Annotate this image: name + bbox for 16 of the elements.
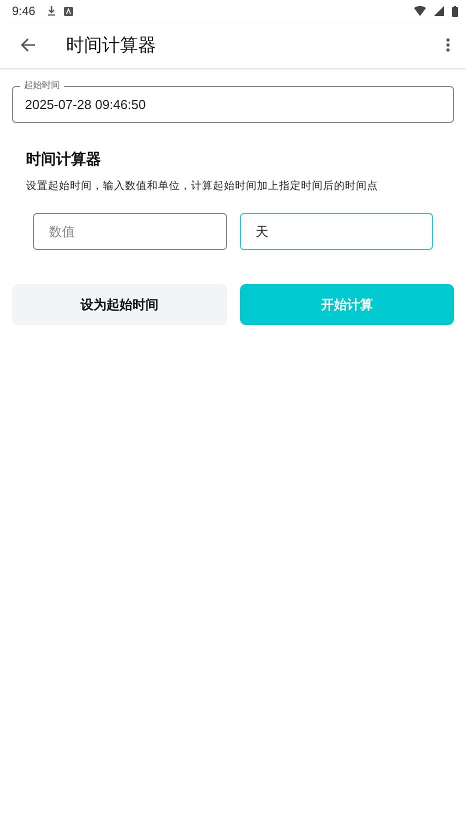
more-options-icon (446, 38, 450, 52)
field-value: 2025-07-28 09:46:50 (25, 97, 146, 112)
wifi-icon (414, 6, 426, 16)
section-title: 时间计算器 (26, 150, 102, 169)
notification-icon (64, 6, 74, 16)
download-icon (47, 6, 56, 16)
value-field[interactable]: 数值 (33, 213, 226, 250)
unit-field[interactable]: 天 (240, 213, 433, 250)
set-start-button[interactable]: 设为起始时间 (12, 284, 226, 325)
back-arrow-icon (20, 37, 36, 53)
field-label: 起始时间 (20, 80, 64, 91)
status-time: 9:46 (12, 4, 36, 18)
signal-icon (434, 6, 444, 16)
battery-icon (452, 6, 458, 16)
section-description: 设置起始时间，输入数值和单位，计算起始时间加上指定时间后的时间点 (26, 179, 379, 193)
app-title: 时间计算器 (66, 34, 157, 57)
